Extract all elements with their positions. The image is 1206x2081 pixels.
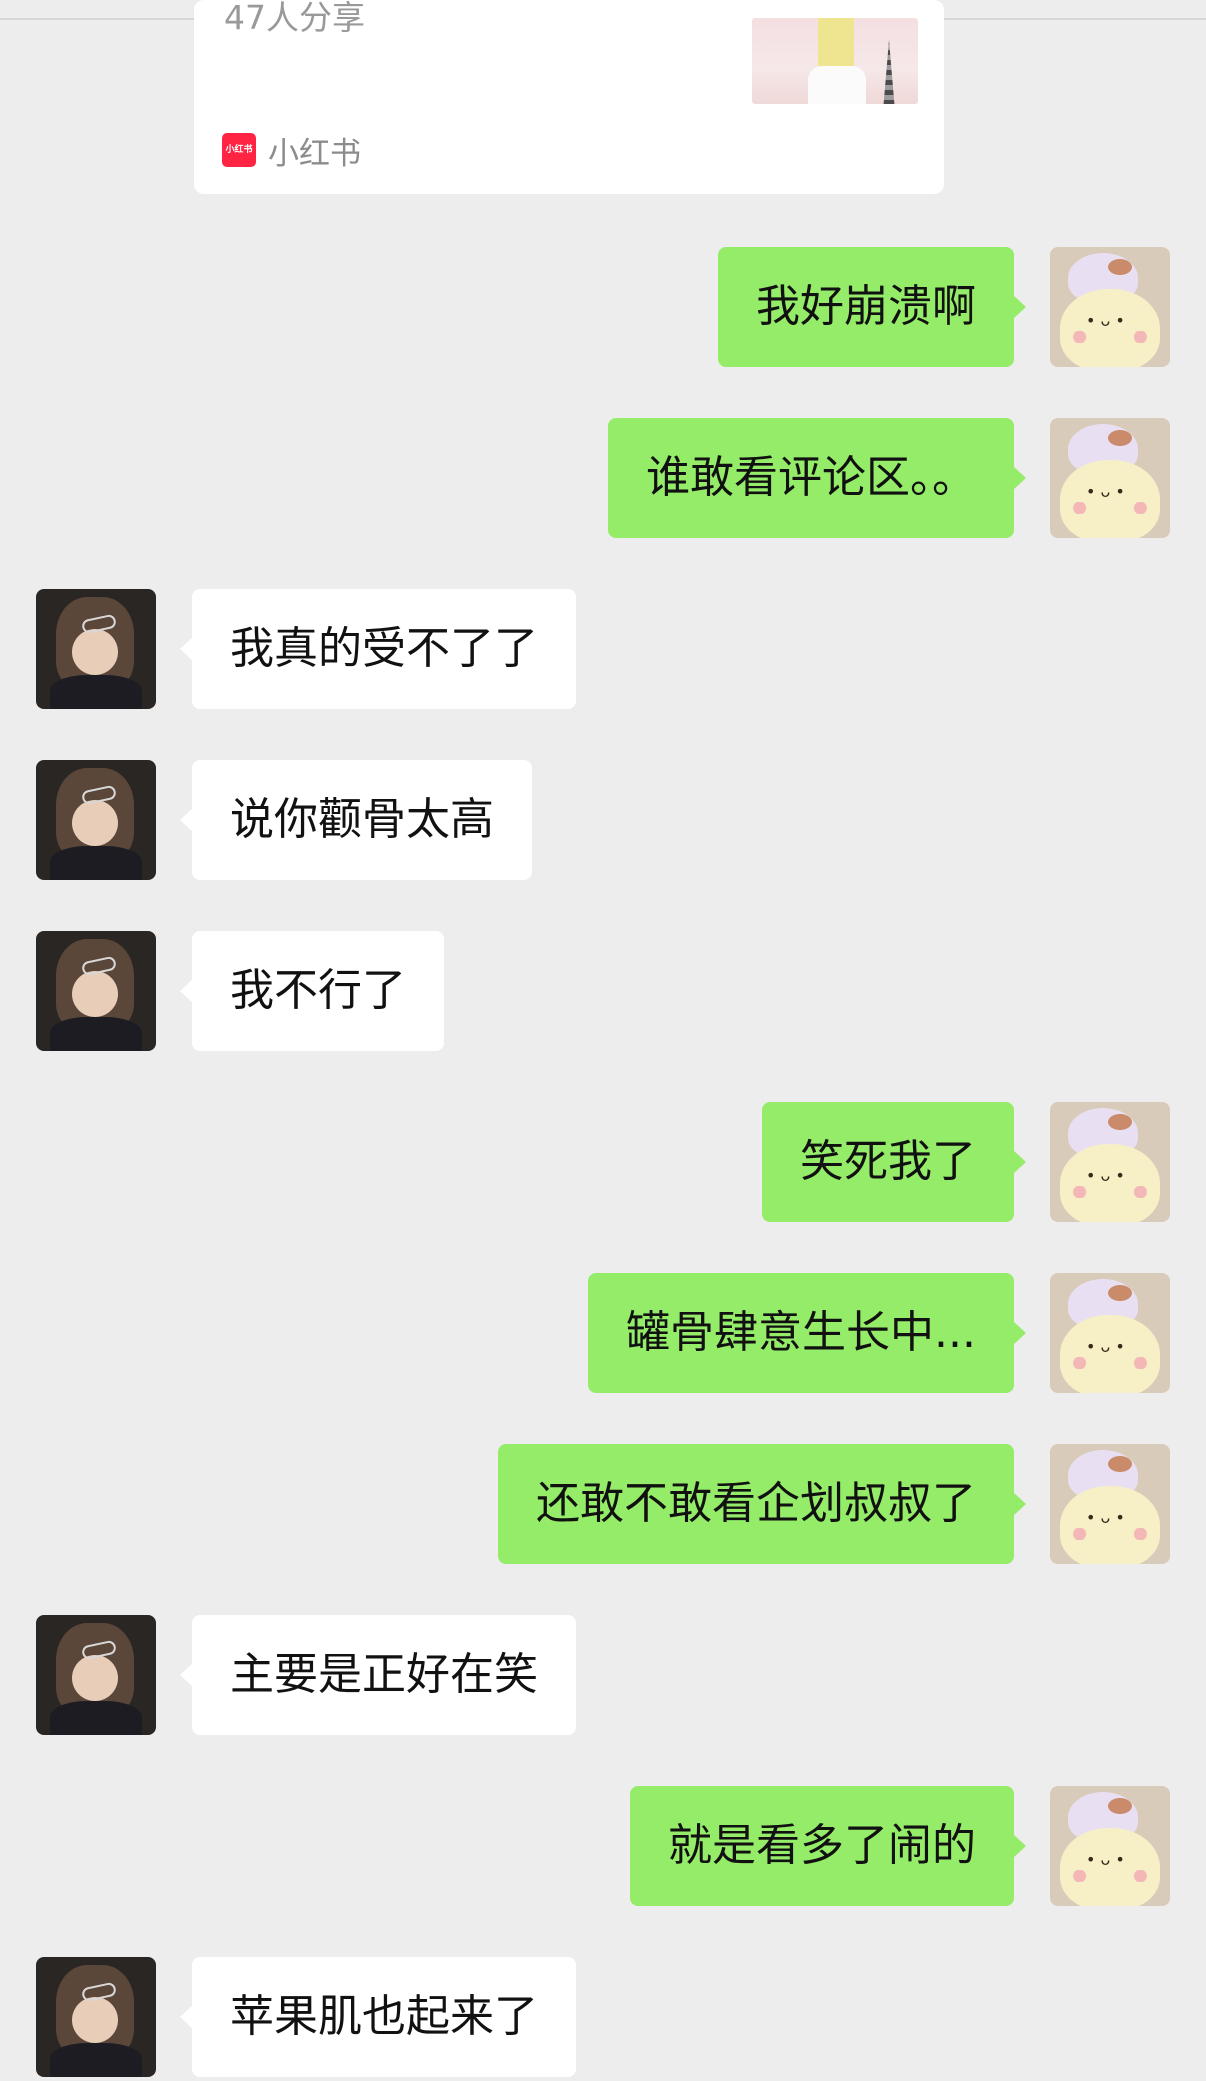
message-bubble-me[interactable]: 罐骨肆意生长中... — [588, 1273, 1026, 1393]
my-avatar[interactable] — [1050, 247, 1170, 367]
message-bubble-me[interactable]: 就是看多了闹的 — [630, 1786, 1026, 1906]
contact-avatar[interactable] — [36, 589, 156, 709]
contact-avatar[interactable] — [36, 1615, 156, 1735]
thumbnail-pagoda — [883, 40, 895, 104]
message-row-me: 我好崩溃啊 — [0, 247, 1206, 367]
message-row-other: 说你颧骨太高 — [0, 760, 1206, 880]
card-source: 小红书 小红书 — [222, 132, 361, 172]
message-row-other: 我不行了 — [0, 931, 1206, 1051]
message-row-other: 主要是正好在笑 — [0, 1615, 1206, 1735]
share-count: 47人分享 — [224, 0, 365, 37]
message-bubble-me[interactable]: 我好崩溃啊 — [718, 247, 1026, 367]
message-row-me: 还敢不敢看企划叔叔了 — [0, 1444, 1206, 1564]
message-row-me: 罐骨肆意生长中... — [0, 1273, 1206, 1393]
card-thumbnail — [752, 18, 918, 104]
message-bubble-other[interactable]: 苹果肌也起来了 — [180, 1957, 576, 2077]
message-row-me: 笑死我了 — [0, 1102, 1206, 1222]
message-row-other: 苹果肌也起来了 — [0, 1957, 1206, 2077]
message-bubble-me[interactable]: 谁敢看评论区。。 — [608, 418, 1026, 538]
my-avatar[interactable] — [1050, 1273, 1170, 1393]
my-avatar[interactable] — [1050, 1786, 1170, 1906]
my-avatar[interactable] — [1050, 1444, 1170, 1564]
xiaohongshu-logo-icon: 小红书 — [222, 133, 256, 167]
message-row-me: 就是看多了闹的 — [0, 1786, 1206, 1906]
contact-avatar[interactable] — [36, 931, 156, 1051]
message-bubble-me[interactable]: 笑死我了 — [762, 1102, 1026, 1222]
my-avatar[interactable] — [1050, 418, 1170, 538]
message-row-other: 我真的受不了了 — [0, 589, 1206, 709]
my-avatar[interactable] — [1050, 1102, 1170, 1222]
message-row-me: 谁敢看评论区。。 — [0, 418, 1206, 538]
message-bubble-other[interactable]: 主要是正好在笑 — [180, 1615, 576, 1735]
message-bubble-other[interactable]: 说你颧骨太高 — [180, 760, 532, 880]
card-source-name: 小红书 — [268, 135, 361, 172]
contact-avatar[interactable] — [36, 1957, 156, 2077]
message-bubble-me[interactable]: 还敢不敢看企划叔叔了 — [498, 1444, 1026, 1564]
shared-link-card[interactable]: 47人分享 小红书 小红书 — [194, 0, 944, 194]
message-bubble-other[interactable]: 我真的受不了了 — [180, 589, 576, 709]
thumbnail-skirt — [808, 66, 866, 104]
contact-avatar[interactable] — [36, 760, 156, 880]
message-bubble-other[interactable]: 我不行了 — [180, 931, 444, 1051]
